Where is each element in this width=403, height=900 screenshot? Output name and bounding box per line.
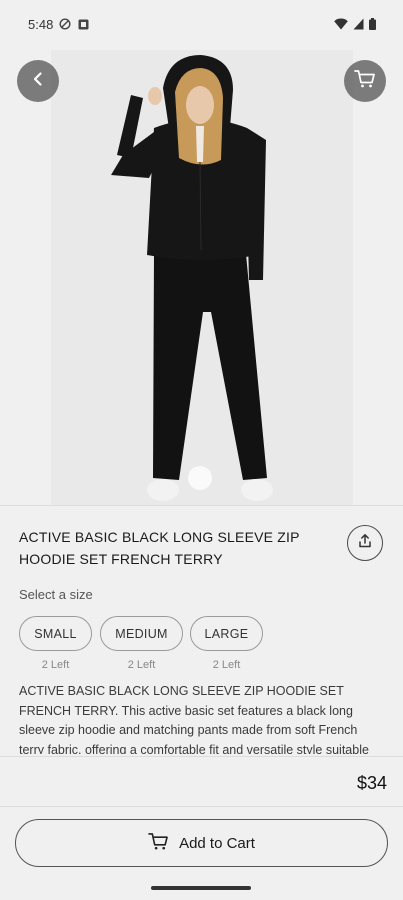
size-button-medium[interactable]: MEDIUM [100,616,183,651]
product-price: $34 [356,773,387,793]
cart-button[interactable] [344,60,386,102]
cart-icon [148,832,169,855]
product-image[interactable] [51,50,353,505]
back-button[interactable] [17,60,59,102]
home-indicator[interactable] [151,886,251,890]
chevron-left-icon [30,71,46,92]
size-button-large[interactable]: LARGE [190,616,263,651]
product-detail-screen: 5:48 ACTIVE BASIC BLACK LONG SLEEVE ZIP … [0,0,403,900]
notification-app-icon [78,17,89,35]
wifi-icon [334,17,348,35]
size-button-small[interactable]: SMALL [19,616,92,651]
size-stock-medium: 2 Left [127,659,156,671]
cart-icon [354,69,376,94]
size-option-medium: MEDIUM 2 Left [100,616,183,671]
add-to-cart-label: Add to Cart [179,834,255,852]
size-label: Select a size [19,587,93,602]
model-photo [51,50,353,505]
share-button[interactable] [347,525,383,561]
product-title: ACTIVE BASIC BLACK LONG SLEEVE ZIP HOODI… [19,529,300,567]
divider [0,756,403,757]
size-stock-small: 2 Left [41,659,70,671]
divider [0,806,403,807]
status-time: 5:48 [28,17,54,32]
carousel-indicator[interactable] [188,466,212,490]
size-option-small: SMALL 2 Left [19,616,92,671]
status-bar: 5:48 [0,0,403,48]
do-not-disturb-icon [59,17,71,35]
product-description: ACTIVE BASIC BLACK LONG SLEEVE ZIP HOODI… [19,684,369,754]
divider [0,505,403,506]
add-to-cart-button[interactable]: Add to Cart [15,819,388,867]
size-option-large: LARGE 2 Left [190,616,263,671]
signal-icon [353,17,364,35]
share-icon [357,533,373,554]
size-stock-large: 2 Left [212,659,241,671]
battery-icon [369,17,376,35]
